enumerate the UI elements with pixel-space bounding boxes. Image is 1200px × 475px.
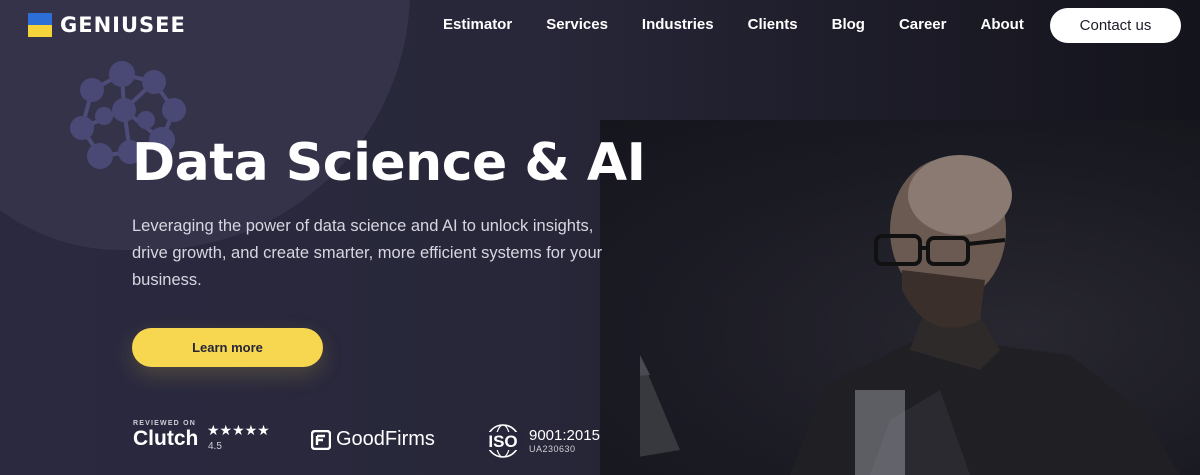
- page-title: Data Science & AI: [132, 133, 646, 193]
- nav-industries[interactable]: Industries: [625, 15, 731, 35]
- clutch-rating: 4.5: [208, 441, 222, 452]
- hero-subtitle: Leveraging the power of data science and…: [132, 217, 603, 289]
- person-working-illustration: [640, 155, 1180, 475]
- nav-clients[interactable]: Clients: [731, 15, 815, 35]
- nav-career[interactable]: Career: [882, 15, 964, 35]
- iso-label: ISO: [488, 432, 517, 451]
- main-nav: Estimator Services Industries Clients Bl…: [426, 15, 1041, 35]
- iso-globe-icon: ISO: [480, 424, 526, 458]
- contact-us-button[interactable]: Contact us: [1050, 8, 1181, 43]
- iso-certification-badge: ISO 9001:2015 UA230630: [480, 423, 600, 459]
- learn-more-button[interactable]: Learn more: [132, 328, 323, 367]
- nav-blog[interactable]: Blog: [815, 15, 882, 35]
- clutch-badge[interactable]: REVIEWED ON Clutch: [133, 420, 198, 450]
- clutch-reviewed-label: REVIEWED ON: [133, 420, 196, 427]
- goodfirms-badge[interactable]: GoodFirms: [311, 428, 435, 451]
- iso-standard: 9001:2015: [529, 427, 600, 444]
- logo-text: GENIUSEE: [60, 13, 186, 37]
- rating-stars-icon: ★★★★★: [207, 422, 270, 438]
- goodfirms-logo: GoodFirms: [336, 428, 435, 450]
- iso-code: UA230630: [529, 444, 576, 454]
- nav-estimator[interactable]: Estimator: [426, 15, 529, 35]
- clutch-logo: Clutch: [133, 427, 199, 450]
- brand-logo[interactable]: GENIUSEE: [28, 13, 186, 37]
- goodfirms-icon: [311, 429, 331, 450]
- ukraine-flag-icon: [28, 13, 52, 37]
- nav-services[interactable]: Services: [529, 15, 625, 35]
- nav-about[interactable]: About: [964, 15, 1041, 35]
